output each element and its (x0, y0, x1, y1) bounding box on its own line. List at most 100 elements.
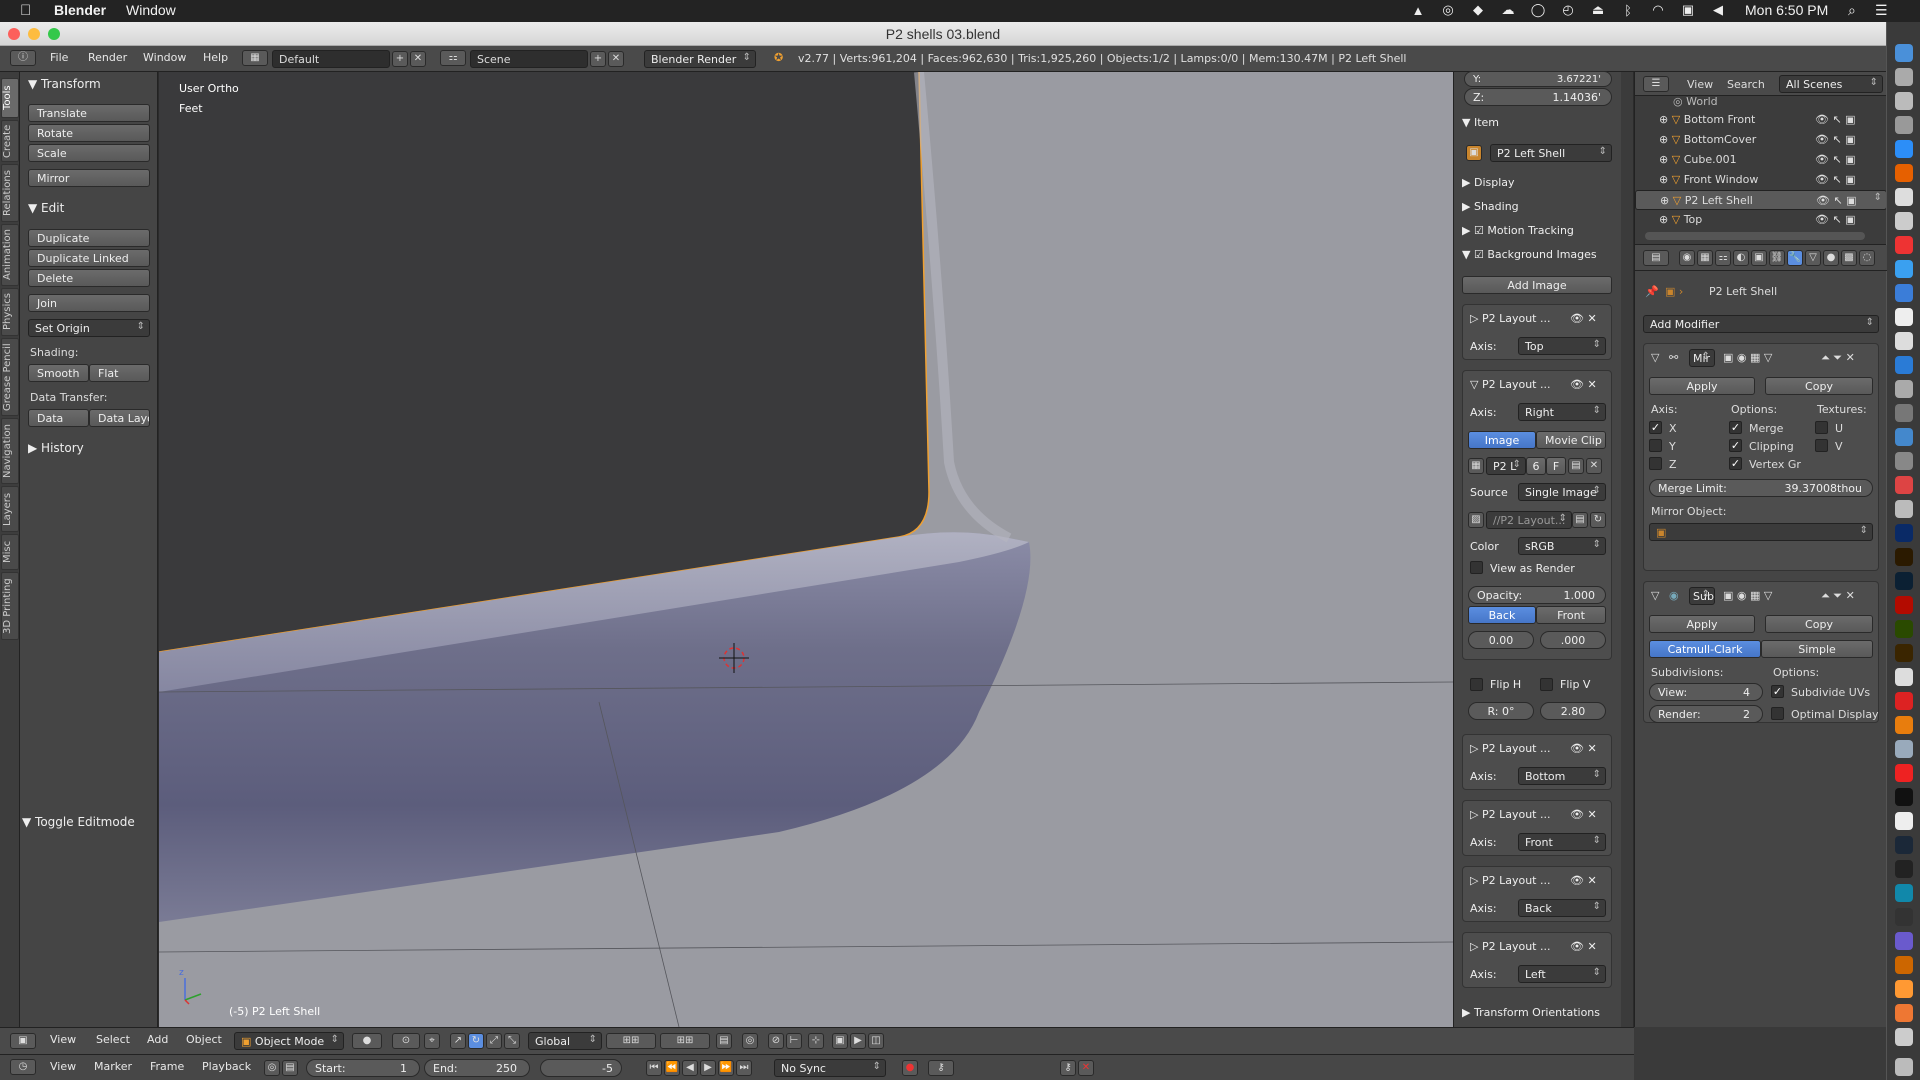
start-frame-field[interactable]: Start: 1 (306, 1059, 420, 1077)
menu-render[interactable]: Render (88, 51, 127, 64)
clock[interactable]: Mon 6:50 PM (1745, 2, 1828, 18)
bg-image-axis-select[interactable]: Bottom (1518, 767, 1606, 785)
y-location-field[interactable]: Y: 3.67221' (1464, 71, 1612, 87)
dock-app-icon[interactable] (1895, 236, 1913, 254)
bg-image-axis-select[interactable]: Front (1518, 833, 1606, 851)
dock-app-icon[interactable] (1895, 260, 1913, 278)
eye-icon[interactable]: 👁 ✕ (1570, 940, 1597, 953)
steam-icon[interactable] (1895, 836, 1913, 854)
dock-app-icon[interactable] (1895, 932, 1913, 950)
duplicate-button[interactable]: Duplicate (28, 229, 150, 247)
add-layout-icon[interactable]: + (392, 51, 408, 67)
tab-relations[interactable]: Relations (1, 164, 19, 222)
rotation-field[interactable]: R: 0° (1468, 702, 1534, 720)
opengl-anim-icon[interactable]: ▶ (850, 1033, 866, 1049)
image-name-field[interactable]: P2 L (1486, 457, 1526, 475)
image-source-button[interactable]: Image (1468, 431, 1536, 449)
photoshop-icon[interactable] (1895, 524, 1913, 542)
constraints-tab-icon[interactable]: ⛓ (1769, 250, 1785, 266)
dock-app-icon[interactable] (1895, 980, 1913, 998)
display-icon[interactable]: ▣ (1680, 2, 1696, 18)
item-panel-header[interactable]: ▼ Item (1462, 116, 1499, 129)
screen-layout-icon[interactable]: ▦ (242, 50, 268, 66)
viewport-scene[interactable] (159, 72, 1453, 1027)
dock-app-icon[interactable] (1895, 956, 1913, 974)
outliner-item[interactable]: ⊕ ▽ Front Window 👁 ↖ ▣ (1635, 170, 1886, 190)
bubble-icon[interactable]: ◯ (1530, 2, 1546, 18)
dock-app-icon[interactable] (1895, 164, 1913, 182)
lock-time-icon[interactable]: ▤ (282, 1060, 298, 1076)
dock-app-icon[interactable] (1895, 692, 1913, 710)
bg-image-toggle[interactable]: ▽ P2 Layout ... (1470, 378, 1550, 391)
bg-image-toggle[interactable]: ▷ P2 Layout ... (1470, 808, 1550, 821)
dock-app-icon[interactable] (1895, 68, 1913, 86)
dock-app-icon[interactable] (1895, 740, 1913, 758)
cloud-icon[interactable]: ☁ (1500, 2, 1516, 18)
bg-image-axis-select[interactable]: Left (1518, 965, 1606, 983)
remove-layout-icon[interactable]: ✕ (410, 51, 426, 67)
manipulator-icon[interactable]: ⌖ (424, 1033, 440, 1049)
subdivide-uvs-checkbox[interactable]: ✓ (1771, 685, 1784, 698)
remove-scene-icon[interactable]: ✕ (608, 51, 624, 67)
visibility-icons[interactable]: 👁 ↖ ▣ (1815, 173, 1856, 186)
dock-app-icon[interactable] (1895, 332, 1913, 350)
add-scene-icon[interactable]: + (590, 51, 606, 67)
properties-editor-icon[interactable]: ▤ (1643, 250, 1669, 266)
image-browse-icon[interactable]: ▦ (1468, 458, 1484, 474)
image-path-field[interactable]: //P2 Layout... (1486, 511, 1572, 529)
acrobat-icon[interactable] (1895, 596, 1913, 614)
color-space-select[interactable]: sRGB (1518, 537, 1606, 555)
wifi-icon[interactable]: ◠ (1650, 2, 1666, 18)
mirror-axis-y-checkbox[interactable] (1649, 439, 1662, 452)
move-modifier-icons[interactable]: ⏶ ⏷ ✕ (1821, 589, 1855, 603)
spotlight-icon[interactable]: ⌕ (1848, 2, 1856, 19)
background-images-panel-header[interactable]: ▼ ☑ Background Images (1462, 248, 1597, 261)
merge-checkbox[interactable]: ✓ (1729, 421, 1742, 434)
jump-start-icon[interactable]: ⏮ (646, 1060, 662, 1076)
jump-next-key-icon[interactable]: ⏩ (718, 1060, 734, 1076)
mirror-axis-x-checkbox[interactable]: ✓ (1649, 421, 1662, 434)
translate-manipulator-icon[interactable]: ↗ (450, 1033, 466, 1049)
mirror-button[interactable]: Mirror (28, 169, 150, 187)
dock-app-icon[interactable] (1895, 380, 1913, 398)
layers-grid-2-icon[interactable]: ⊞⊞ (660, 1033, 710, 1049)
proportional-edit-icon[interactable]: ◎ (742, 1033, 758, 1049)
unity-icon[interactable] (1895, 812, 1913, 830)
viewport-shading-icon[interactable]: ● (352, 1033, 382, 1049)
modifier-display-icons[interactable]: ▣ ◉ ▦ ▽ (1723, 351, 1772, 364)
front-button[interactable]: Front (1536, 606, 1606, 624)
subdiv-render-field[interactable]: Render: 2 (1649, 705, 1763, 723)
outliner-item[interactable]: ◎ World (1635, 92, 1886, 112)
flip-h-checkbox[interactable] (1470, 678, 1483, 691)
dock-app-icon[interactable] (1895, 404, 1913, 422)
set-origin-select[interactable]: Set Origin (28, 319, 150, 337)
outliner-search-menu[interactable]: Search (1727, 78, 1765, 91)
dock-app-icon[interactable] (1895, 140, 1913, 158)
modifiers-tab-icon[interactable]: 🔧 (1787, 250, 1803, 266)
dock-app-icon[interactable] (1895, 500, 1913, 518)
tab-grease-pencil[interactable]: Grease Pencil (1, 338, 19, 416)
render-tab-icon[interactable]: ◉ (1679, 250, 1695, 266)
subdiv-view-field[interactable]: View: 4 (1649, 683, 1763, 701)
add-modifier-select[interactable]: Add Modifier (1643, 315, 1879, 333)
keying-set-icon[interactable]: ⚷ (928, 1060, 954, 1076)
unlink-image-icon[interactable]: ✕ (1586, 458, 1602, 474)
render-engine-select[interactable]: Blender Render (644, 50, 756, 68)
mirror-apply-button[interactable]: Apply (1649, 377, 1755, 395)
tab-misc[interactable]: Misc (1, 534, 19, 570)
menu-window[interactable]: Window (126, 2, 176, 18)
movie-clip-button[interactable]: Movie Clip (1536, 431, 1606, 449)
dock-app-icon[interactable] (1895, 284, 1913, 302)
select-menu[interactable]: Select (96, 1033, 130, 1046)
dock-app-icon[interactable] (1895, 116, 1913, 134)
insert-keyframe-icon[interactable]: ⚷ (1060, 1060, 1076, 1076)
vertex-groups-checkbox[interactable]: ✓ (1729, 457, 1742, 470)
layers-grid-icon[interactable]: ⊞⊞ (606, 1033, 656, 1049)
dock-app-icon[interactable] (1895, 884, 1913, 902)
texture-tab-icon[interactable]: ▩ (1841, 250, 1857, 266)
delete-keyframe-icon[interactable]: ✕ (1078, 1060, 1094, 1076)
play-icon[interactable]: ▶ (700, 1060, 716, 1076)
visibility-icons[interactable]: 👁 ↖ ▣ (1815, 133, 1856, 146)
menu-window-blender[interactable]: Window (143, 51, 186, 64)
simple-button[interactable]: Simple (1761, 640, 1873, 658)
